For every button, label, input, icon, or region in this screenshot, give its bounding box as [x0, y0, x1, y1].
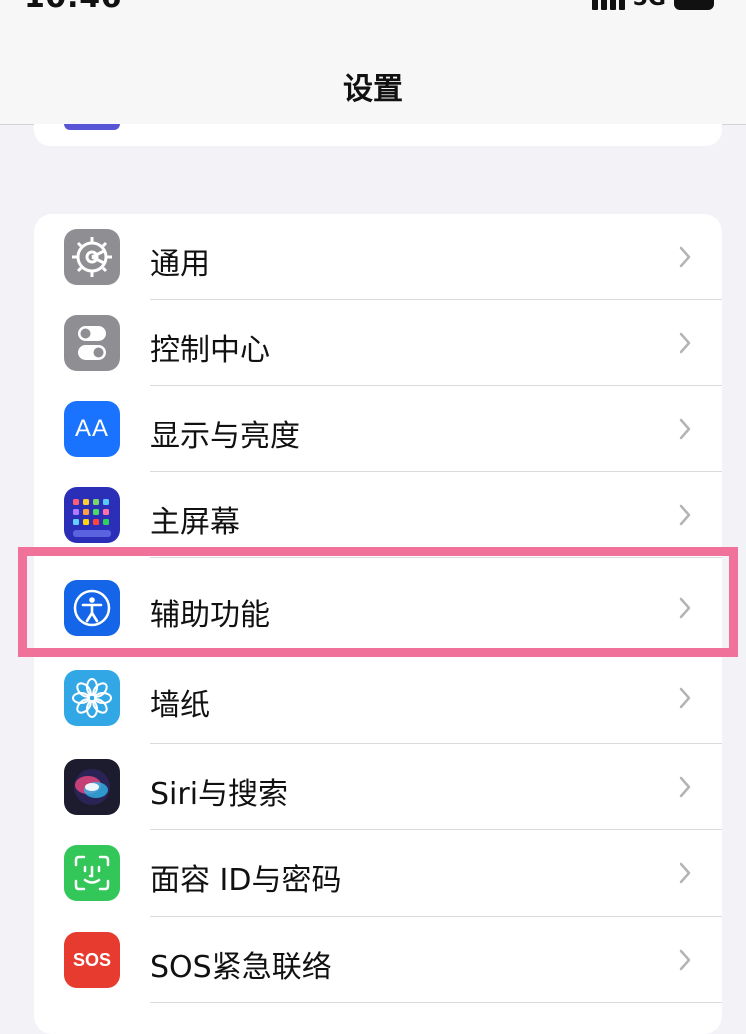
settings-row-siri-search[interactable]: Siri与搜索: [34, 744, 722, 830]
toggles-icon: [64, 315, 120, 371]
chevron-right-icon: [679, 504, 691, 526]
chevron-right-icon: [679, 949, 691, 971]
face-id-icon: [64, 845, 120, 901]
settings-row-label: 显示与亮度: [150, 419, 300, 454]
settings-row-label: 墙纸: [150, 688, 210, 723]
network-type: 5G: [633, 0, 666, 10]
flower-icon: [64, 670, 120, 726]
chevron-right-icon: [679, 862, 691, 884]
settings-row-label: Siri与搜索: [150, 777, 289, 812]
partial-app-icon: [64, 124, 120, 130]
chevron-right-icon: [679, 597, 691, 619]
settings-row-wallpaper[interactable]: 墙纸: [34, 654, 722, 744]
battery-icon: [674, 0, 714, 10]
accessibility-icon: [64, 580, 120, 636]
settings-row-control-center[interactable]: 控制中心: [34, 300, 722, 386]
app-grid-icon: [64, 487, 120, 543]
row-separator: [150, 1002, 722, 1003]
settings-row-label: SOS紧急联络: [150, 950, 332, 985]
settings-row-display-brightness[interactable]: AA 显示与亮度: [34, 386, 722, 472]
siri-icon: [64, 759, 120, 815]
navigation-bar: 设置: [0, 22, 746, 125]
settings-row-label: 主屏幕: [150, 505, 240, 540]
status-time: 10:46: [24, 0, 122, 15]
text-size-icon: AA: [64, 401, 120, 457]
settings-row-label: 辅助功能: [150, 598, 270, 633]
chevron-right-icon: [679, 776, 691, 798]
gear-icon: [64, 229, 120, 285]
chevron-right-icon: [679, 332, 691, 354]
chevron-right-icon: [679, 418, 691, 440]
cellular-signal-icon: [591, 0, 625, 10]
settings-row-general[interactable]: 通用: [34, 214, 722, 300]
settings-row-emergency-sos[interactable]: SOS SOS紧急联络: [34, 917, 722, 1003]
settings-row-face-id-passcode[interactable]: 面容 ID与密码: [34, 830, 722, 917]
sos-icon: SOS: [64, 932, 120, 988]
settings-group: 通用 控制中心 AA 显示与亮度 主屏幕 辅助功能 墙纸 Siri与搜索 面容 …: [34, 214, 722, 1034]
settings-row-home-screen[interactable]: 主屏幕: [34, 472, 722, 558]
previous-settings-group: [34, 124, 722, 146]
chevron-right-icon: [679, 687, 691, 709]
settings-row-label: 通用: [150, 247, 210, 282]
settings-row-accessibility[interactable]: 辅助功能: [34, 558, 722, 654]
status-indicators: 5G: [591, 0, 714, 10]
settings-row-label: 控制中心: [150, 333, 270, 368]
settings-row-label: 面容 ID与密码: [150, 863, 342, 898]
page-title: 设置: [343, 72, 403, 107]
chevron-right-icon: [679, 246, 691, 268]
status-bar: 10:46 5G: [0, 0, 746, 22]
